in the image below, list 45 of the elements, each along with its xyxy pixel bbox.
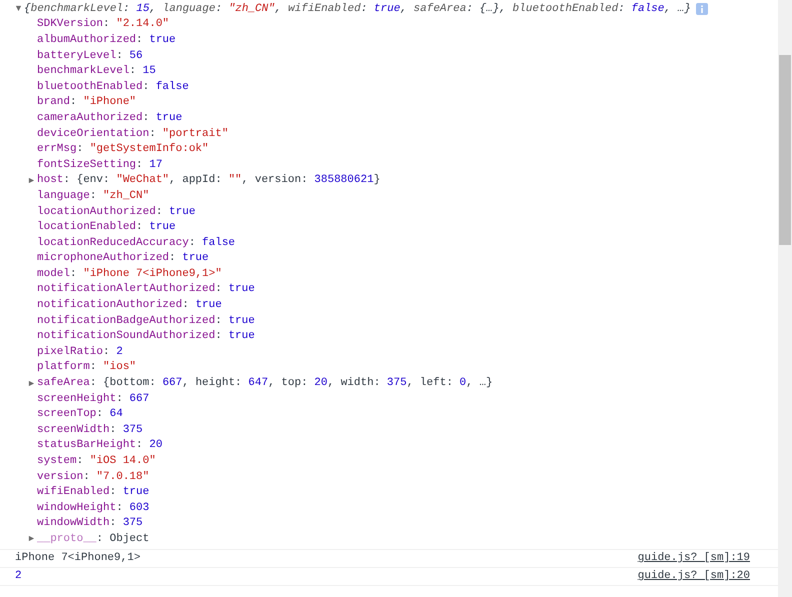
property-line: albumAuthorized: true <box>37 34 176 46</box>
property-line: cameraAuthorized: true <box>37 112 182 124</box>
property-line: windowWidth: 375 <box>37 517 143 530</box>
property-line: brand: "iPhone" <box>37 96 136 108</box>
property-line: language: "zh_CN" <box>37 190 150 202</box>
property-line: screenHeight: 667 <box>37 392 150 405</box>
source-link[interactable]: guide.js? [sm]:19 <box>638 552 750 564</box>
property-line: notificationAlertAuthorized: true <box>37 283 255 296</box>
property-line: windowHeight: 603 <box>37 502 150 514</box>
property-line: locationAuthorized: true <box>37 206 196 218</box>
property-line: screenTop: 64 <box>37 408 123 420</box>
property-line: errMsg: "getSystemInfo:ok" <box>37 143 209 156</box>
property-line: host: {env: "WeChat", appId: "", version: 385880621} <box>37 174 380 186</box>
property-line: notificationBadgeAuthorized: true <box>37 314 255 327</box>
property-line: pixelRatio: 2 <box>37 346 123 358</box>
object-summary: {benchmarkLevel: 15, language: "zh_CN", wifiEnabled: true, safeArea: {…}, bluetoothEnabled: false, …} <box>24 2 691 15</box>
property-line: fontSizeSetting: 17 <box>37 158 162 171</box>
property-line: system: "iOS 14.0" <box>37 455 156 468</box>
property-line: SDKVersion: "2.14.0" <box>37 18 170 30</box>
log-message: 2 <box>15 570 22 582</box>
property-line: screenWidth: 375 <box>37 424 143 436</box>
property-line: platform: "ios" <box>37 361 136 374</box>
log-message: iPhone 7<iPhone9,1> <box>15 552 140 564</box>
property-line: microphoneAuthorized: true <box>37 252 209 264</box>
expand-arrow-icon[interactable] <box>15 5 22 12</box>
property-line: locationReducedAccuracy: false <box>37 236 236 249</box>
property-line: benchmarkLevel: 15 <box>37 65 156 78</box>
expand-arrow-icon[interactable] <box>28 380 35 387</box>
scrollbar-thumb[interactable] <box>779 55 791 245</box>
property-line: model: "iPhone 7<iPhone9,1>" <box>37 268 222 280</box>
property-line: safeArea: {bottom: 667, height: 647, top: 20, width: 375, left: 0, …} <box>37 377 493 390</box>
property-line: __proto__: Object <box>37 532 150 545</box>
property-line: version: "7.0.18" <box>37 470 150 483</box>
property-line: statusBarHeight: 20 <box>37 439 162 452</box>
property-line: bluetoothEnabled: false <box>37 80 189 93</box>
expand-arrow-icon[interactable] <box>28 176 35 184</box>
property-line: wifiEnabled: true <box>37 486 150 498</box>
expand-arrow-icon[interactable] <box>28 535 35 542</box>
property-line: batteryLevel: 56 <box>37 50 143 62</box>
property-line: deviceOrientation: "portrait" <box>37 128 228 140</box>
property-line: locationEnabled: true <box>37 221 176 234</box>
source-link[interactable]: guide.js? [sm]:20 <box>638 570 750 582</box>
property-line: notificationSoundAuthorized: true <box>37 330 255 342</box>
scrollbar[interactable] <box>778 0 792 597</box>
property-line: notificationAuthorized: true <box>37 299 222 312</box>
